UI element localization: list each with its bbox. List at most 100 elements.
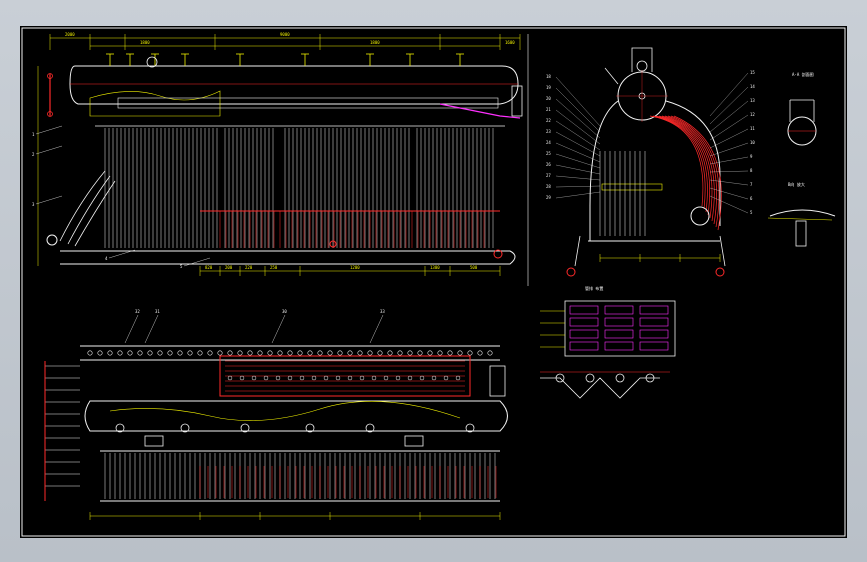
leader-line — [555, 175, 601, 181]
economizer-hole — [455, 375, 461, 381]
leader-line — [709, 170, 749, 173]
right-header-cap — [489, 365, 506, 397]
manhole-cover — [404, 435, 424, 447]
dimension-text: 1600 — [505, 40, 515, 45]
leader-line — [555, 185, 601, 188]
plan-view: 32 31 30 33 — [44, 309, 508, 520]
part-balloon: 25 — [546, 151, 551, 156]
tube-cell — [604, 329, 634, 339]
part-balloon: 15 — [750, 70, 755, 75]
convection-bank-tube — [655, 115, 708, 213]
side-section-view: 18 19 20 21 22 23 24 25 26 27 28 29 15 14 13 12 11 10 9 8 7 6… — [546, 47, 755, 277]
tube-hole — [477, 350, 483, 356]
tube-hole — [457, 350, 463, 356]
part-balloon: 20 — [546, 96, 551, 101]
tube-hole — [467, 350, 473, 356]
part-balloon: 29 — [546, 195, 551, 200]
tube-hole — [297, 350, 303, 356]
part-balloon: 18 — [546, 74, 551, 79]
leader-line — [555, 191, 601, 199]
drain-flange — [715, 267, 725, 277]
tube-hole — [107, 350, 113, 356]
tube-cell — [639, 329, 669, 339]
tube-hole — [197, 350, 203, 356]
part-balloon: 10 — [750, 140, 755, 145]
tube-hole — [247, 350, 253, 356]
economizer-hole — [323, 375, 329, 381]
left-water-wall — [589, 100, 619, 241]
part-balloon: 5 — [180, 264, 183, 269]
steam-outlet-pipe — [439, 103, 521, 119]
tube-hole — [177, 350, 183, 356]
top-nozzle — [631, 47, 653, 72]
detail-view-a: A-A 剖面图 B向 放大 — [767, 71, 836, 247]
tube-hole — [367, 350, 373, 356]
leader-line — [709, 156, 749, 165]
part-balloon: 8 — [750, 168, 753, 173]
part-balloon: 26 — [546, 162, 551, 167]
dimension-text: 820 — [205, 265, 213, 270]
tube-hole — [217, 350, 223, 356]
part-balloon: 1 — [32, 132, 35, 137]
part-balloon: 9 — [750, 154, 753, 159]
tube-hole — [237, 350, 243, 356]
dimension-text: 220 — [245, 265, 253, 270]
part-balloon: 6 — [750, 196, 753, 201]
tube-hole — [227, 350, 233, 356]
lower-drum-section — [690, 206, 710, 226]
tube-hole — [207, 350, 213, 356]
dimension-text: 9000 — [280, 32, 290, 37]
tube-hole — [327, 350, 333, 356]
front-elevation-view: 2000 1800 9000 1800 1600 820 200 220 250 1200 1300… — [32, 32, 523, 276]
leader-line — [144, 314, 159, 344]
side-nozzle — [604, 67, 619, 85]
part-balloon: 30 — [282, 309, 287, 314]
economizer-hole — [419, 375, 425, 381]
economizer-hole — [431, 375, 437, 381]
economizer-hole — [383, 375, 389, 381]
tube-hole — [397, 350, 403, 356]
economizer-hole — [335, 375, 341, 381]
leader-line — [35, 145, 63, 155]
flue-baffle — [601, 183, 663, 191]
dimension-text: 1300 — [430, 265, 440, 270]
tube-hole — [437, 350, 443, 356]
part-balloon: 3 — [32, 202, 35, 207]
detail-a-title: A-A 剖面图 — [792, 71, 814, 77]
upper-drum — [69, 65, 519, 105]
downcomer-pipe — [59, 170, 106, 242]
tube-hole — [167, 350, 173, 356]
tube-hole — [307, 350, 313, 356]
support-leg — [719, 235, 726, 267]
tube-hole — [267, 350, 273, 356]
fin-tube — [585, 373, 595, 383]
tube-hole — [427, 350, 433, 356]
economizer-hole — [443, 375, 449, 381]
dimension-text: 500 — [470, 265, 478, 270]
lower-header-end — [46, 234, 58, 246]
drawing-viewport[interactable]: 2000 1800 9000 1800 1600 820 200 220 250 1200 1300… — [20, 26, 847, 538]
part-balloon: 2 — [32, 152, 35, 157]
part-balloon: 5 — [750, 210, 753, 215]
economizer-hole — [287, 375, 293, 381]
economizer-hole — [239, 375, 245, 381]
part-balloon: 14 — [750, 84, 755, 89]
tube-cell — [604, 317, 634, 327]
tube-hole — [257, 350, 263, 356]
part-balloon: 24 — [546, 140, 551, 145]
economizer-hole — [371, 375, 377, 381]
boiler-drawing-canvas[interactable]: 2000180090001800 1600820 200 220 250 1200 1300… — [20, 26, 847, 538]
tube-hole — [97, 350, 103, 356]
tube-hole — [487, 350, 493, 356]
leader-line — [709, 128, 749, 149]
tube-hole — [387, 350, 393, 356]
manhole-cover — [144, 435, 164, 447]
tube-grid-frame — [564, 300, 676, 357]
part-balloon: 12 — [750, 112, 755, 117]
detail-b-stub — [795, 220, 807, 247]
tube-hole — [337, 350, 343, 356]
dimension-text: 1800 — [370, 40, 380, 45]
tube-cell — [569, 305, 599, 315]
economizer-hole — [263, 375, 269, 381]
economizer-hole — [311, 375, 317, 381]
